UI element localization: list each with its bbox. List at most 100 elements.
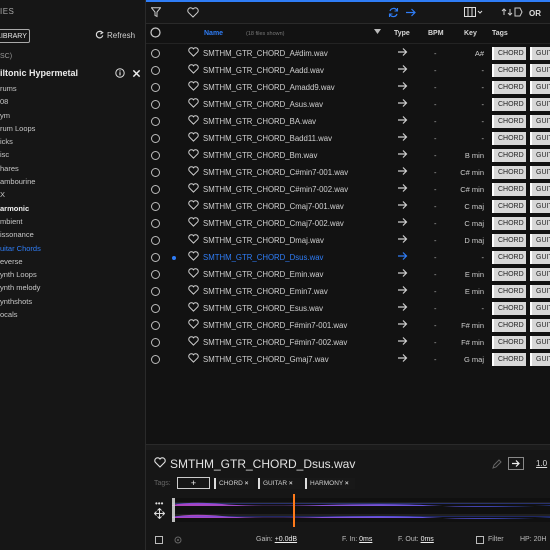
fadein-control[interactable]: F. In: 0ms xyxy=(342,536,372,543)
tag-chip[interactable]: CHORD xyxy=(492,200,526,213)
arrow-right-icon[interactable] xyxy=(397,285,409,298)
arrow-right-icon[interactable] xyxy=(397,336,409,349)
tag-chip[interactable]: CHORD xyxy=(492,353,526,366)
sidebar-category-item[interactable]: X xyxy=(0,188,41,201)
tag-chip[interactable]: CHORD xyxy=(492,285,526,298)
tag-chip[interactable]: CHORD xyxy=(492,217,526,230)
row-radio[interactable] xyxy=(151,338,160,347)
fadein-value[interactable]: 0ms xyxy=(359,536,372,543)
favorites-filter-icon[interactable] xyxy=(187,7,199,21)
tag-chip[interactable]: CHORD xyxy=(492,251,526,264)
hp-value[interactable]: 20H xyxy=(534,536,547,543)
sync-icon[interactable] xyxy=(388,7,399,21)
remove-tag-icon[interactable]: × xyxy=(345,480,349,487)
sort-dropdown[interactable] xyxy=(501,7,523,19)
sidebar-category-item[interactable]: hares xyxy=(0,162,41,175)
favorite-heart-icon[interactable] xyxy=(188,64,199,77)
row-radio[interactable] xyxy=(151,202,160,211)
favorite-heart-icon[interactable] xyxy=(188,98,199,111)
tag-chip[interactable]: CHORD xyxy=(492,268,526,281)
arrow-right-icon[interactable] xyxy=(397,200,409,213)
row-radio[interactable] xyxy=(151,287,160,296)
row-radio[interactable] xyxy=(151,236,160,245)
arrow-right-icon[interactable] xyxy=(397,353,409,366)
sidebar-category-item[interactable]: isc xyxy=(0,148,41,161)
tag-chip[interactable]: GUITAR xyxy=(530,285,550,298)
table-row[interactable]: SMTHM_GTR_CHORD_Amadd9.wav--CHORDGUITAR xyxy=(146,79,550,96)
tag-chip[interactable]: GUITAR xyxy=(530,183,550,196)
tag-chip[interactable]: GUITAR xyxy=(530,217,550,230)
sidebar-category-item[interactable]: everse xyxy=(0,255,41,268)
row-radio[interactable] xyxy=(151,321,160,330)
sidebar-category-item[interactable]: ynth Loops xyxy=(0,268,41,281)
table-row[interactable]: SMTHM_GTR_CHORD_C#min7-001.wav - C# min CHO… xyxy=(146,164,550,181)
favorite-heart-icon[interactable] xyxy=(188,81,199,94)
table-row[interactable]: SMTHM_GTR_CHORD_Emin7.wav - E min CHORD GUIT… xyxy=(146,283,550,300)
arrow-right-icon[interactable] xyxy=(397,81,409,94)
arrow-right-icon[interactable] xyxy=(397,183,409,196)
hp-control[interactable]: HP: 20H xyxy=(520,536,546,543)
arrow-right-icon[interactable] xyxy=(397,166,409,179)
row-radio[interactable] xyxy=(151,270,160,279)
table-row[interactable]: SMTHM_GTR_CHORD_A#dim.wav - A# CHORD GUITAR xyxy=(146,45,550,62)
arrow-right-icon[interactable] xyxy=(397,149,409,162)
column-header-key[interactable]: Key xyxy=(464,30,477,37)
sidebar-category-item[interactable]: armonic xyxy=(0,202,41,215)
table-row[interactable]: SMTHM_GTR_CHORD_Esus.wav--CHORDGUITAR xyxy=(146,300,550,317)
more-icon[interactable]: ••• xyxy=(155,499,163,508)
tag-chip[interactable]: GUITAR xyxy=(530,234,550,247)
tag-chip[interactable]: CHORD xyxy=(492,132,526,145)
table-row[interactable]: SMTHM_GTR_CHORD_Badd11.wav--CHORDGUITAR xyxy=(146,130,550,147)
tag-chip[interactable]: GUITAR xyxy=(530,98,550,111)
arrow-right-icon[interactable] xyxy=(397,64,409,77)
table-row[interactable]: SMTHM_GTR_CHORD_Asus.wav--CHORDGUITAR xyxy=(146,96,550,113)
tag-chip[interactable]: CHORD xyxy=(492,336,526,349)
favorite-heart-icon[interactable] xyxy=(188,200,199,213)
arrow-right-icon[interactable] xyxy=(397,217,409,230)
arrow-right-icon[interactable] xyxy=(397,98,409,111)
table-row[interactable]: SMTHM_GTR_CHORD_C#min7-002.wav - C# min CHO… xyxy=(146,181,550,198)
favorite-heart-icon[interactable] xyxy=(188,302,199,315)
refresh-button[interactable]: Refresh xyxy=(95,30,135,41)
tag-chip[interactable]: CHORD xyxy=(492,166,526,179)
add-tag-button[interactable]: + xyxy=(177,477,210,489)
page-label[interactable]: 1.0 xyxy=(536,459,547,468)
tag-chip[interactable]: GUITAR xyxy=(530,200,550,213)
tag-chip[interactable]: CHORD xyxy=(492,149,526,162)
loop-checkbox[interactable] xyxy=(155,536,163,544)
move-icon[interactable] xyxy=(153,507,166,521)
tag-chip[interactable]: CHORD xyxy=(492,81,526,94)
table-row[interactable]: SMTHM_GTR_CHORD_Gmaj7.wav - G maj CHORD GUIT… xyxy=(146,351,550,368)
favorite-heart-icon[interactable] xyxy=(188,336,199,349)
sidebar-category-item[interactable]: rum Loops xyxy=(0,122,41,135)
sidebar-category-item[interactable]: 08 xyxy=(0,95,41,108)
table-row[interactable]: SMTHM_GTR_CHORD_F#min7-001.wav - F# min CHO… xyxy=(146,317,550,334)
row-radio[interactable] xyxy=(151,168,160,177)
row-radio[interactable] xyxy=(151,66,160,75)
favorite-heart-icon[interactable] xyxy=(188,47,199,60)
table-row[interactable]: SMTHM_GTR_CHORD_Bm.wav - B min CHORD GUITAR xyxy=(146,147,550,164)
filter-icon[interactable] xyxy=(150,7,162,21)
sidebar-category-item[interactable]: rums xyxy=(0,82,41,95)
sidebar-category-item[interactable]: icks xyxy=(0,135,41,148)
column-header-type[interactable]: Type xyxy=(394,30,410,37)
column-header-name[interactable]: Name xyxy=(204,30,223,37)
sort-order-label[interactable]: SC) xyxy=(0,53,12,60)
fadeout-value[interactable]: 0ms xyxy=(421,536,434,543)
sidebar-category-item[interactable]: mbient xyxy=(0,215,41,228)
gain-value[interactable]: +0.0dB xyxy=(275,536,297,543)
tag-chip[interactable]: GUITAR xyxy=(530,81,550,94)
tag-chip[interactable]: CHORD xyxy=(492,302,526,315)
row-radio[interactable] xyxy=(151,304,160,313)
remove-tag-icon[interactable]: × xyxy=(289,480,293,487)
table-row[interactable]: SMTHM_GTR_CHORD_Emin.wav - E min CHORD GUITA… xyxy=(146,266,550,283)
arrow-right-icon[interactable] xyxy=(397,302,409,315)
row-radio[interactable] xyxy=(151,83,160,92)
row-radio[interactable] xyxy=(151,117,160,126)
favorite-heart-icon[interactable] xyxy=(188,251,199,264)
arrow-right-icon[interactable] xyxy=(397,234,409,247)
arrow-right-icon[interactable] xyxy=(397,319,409,332)
table-row[interactable]: SMTHM_GTR_CHORD_Cmaj7-001.wav - C maj CHORD… xyxy=(146,198,550,215)
table-row[interactable]: SMTHM_GTR_CHORD_Dmaj.wav - D maj CHORD GUITA… xyxy=(146,232,550,249)
favorite-heart-icon[interactable] xyxy=(154,457,166,471)
